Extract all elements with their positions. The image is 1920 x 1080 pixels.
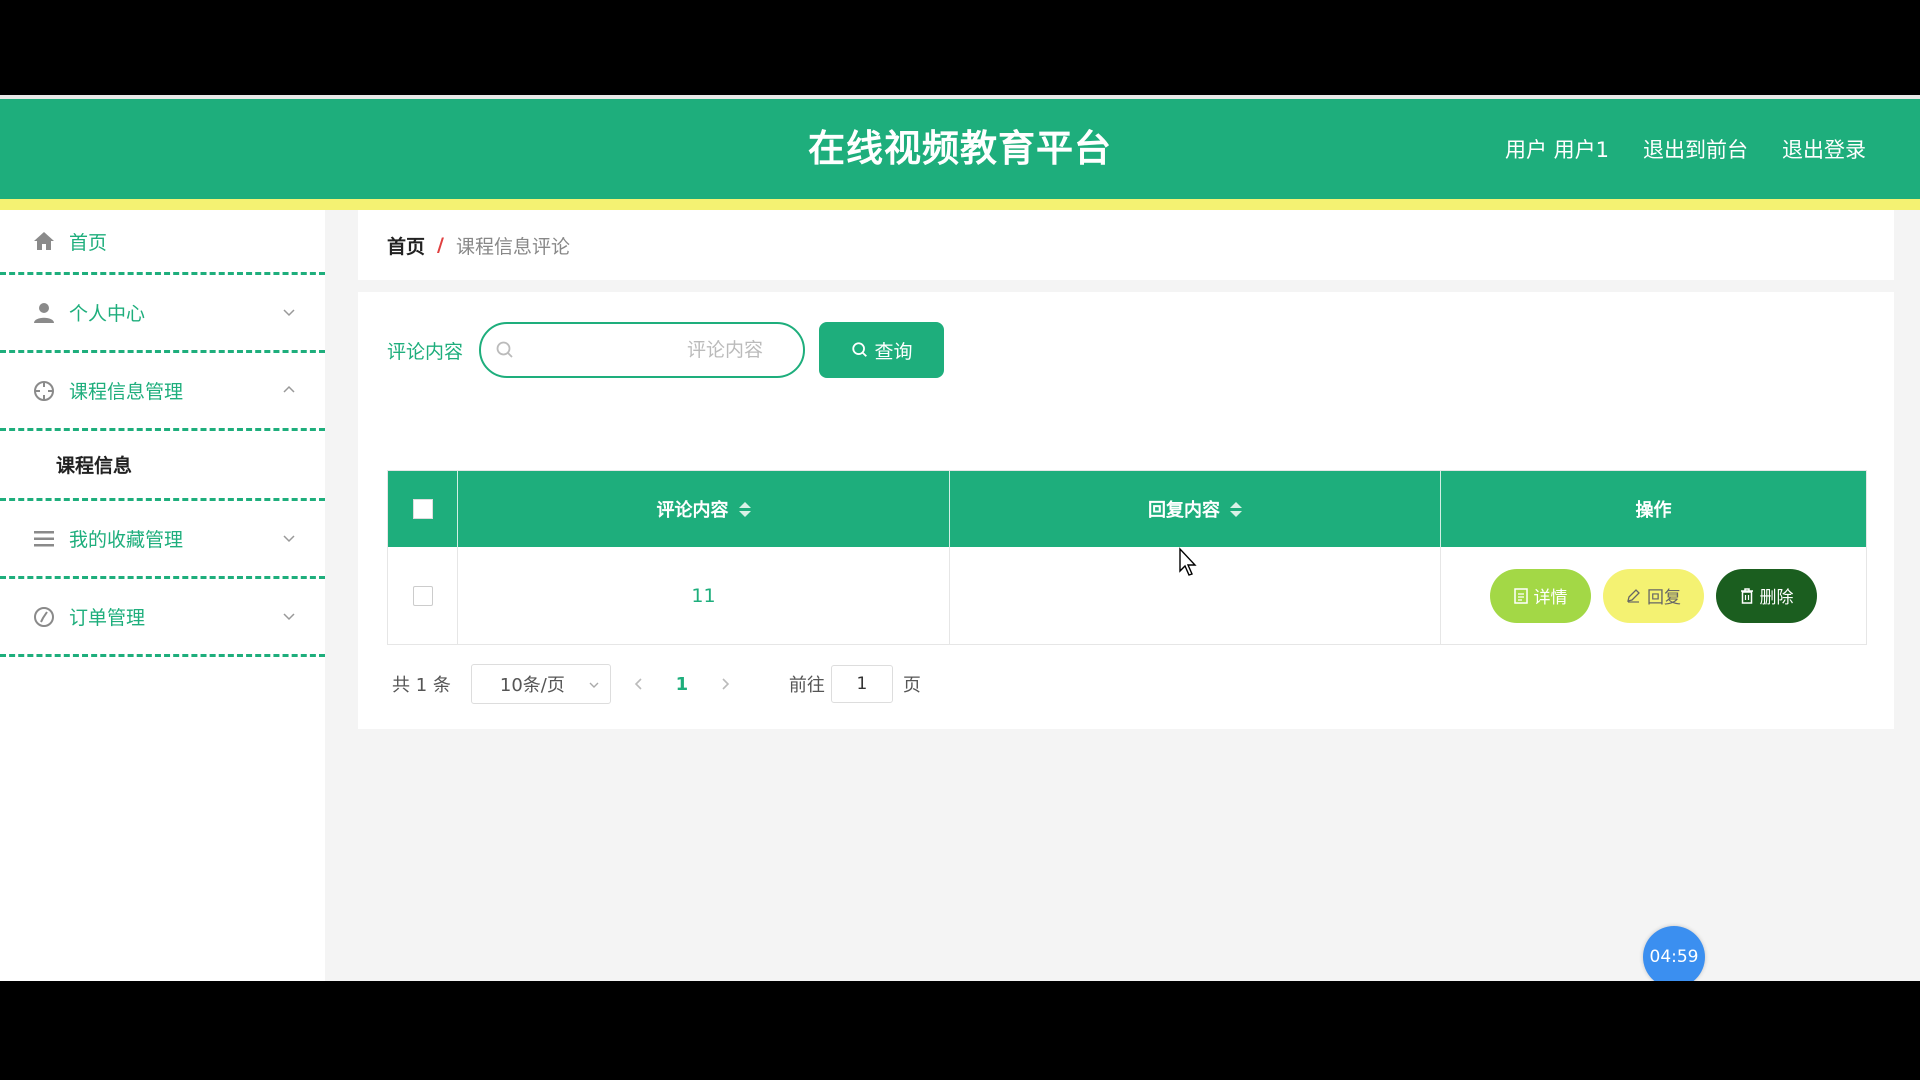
chevron-down-icon	[589, 682, 599, 688]
mouse-cursor-icon	[1179, 547, 1197, 576]
sort-icon[interactable]	[1230, 501, 1242, 517]
column-header-actions: 操作	[1441, 471, 1866, 547]
page-size-select[interactable]: 10条/页	[470, 664, 611, 704]
next-page-button[interactable]	[705, 677, 745, 691]
home-icon	[32, 229, 56, 253]
chevron-left-icon	[634, 678, 642, 690]
reply-button-label: 回复	[1647, 588, 1681, 608]
timer-badge: 04:59	[1643, 926, 1705, 981]
document-icon	[1513, 587, 1528, 604]
header-stripe	[0, 199, 1920, 210]
current-user-label[interactable]: 用户 用户1	[1505, 134, 1609, 164]
goto-page-input[interactable]	[830, 665, 893, 703]
page-size-value: 10条/页	[499, 675, 565, 696]
detail-button[interactable]: 详情	[1490, 568, 1591, 623]
column-header-label: 评论内容	[656, 500, 729, 521]
content-card: 评论内容 查询 评论内容	[358, 292, 1894, 729]
breadcrumb: 首页 / 课程信息评论	[358, 210, 1894, 280]
table-row: 11 详情 回复 删除	[388, 547, 1866, 644]
column-header-comment[interactable]: 评论内容	[458, 471, 950, 547]
search-label: 评论内容	[387, 340, 464, 363]
chevron-down-icon	[283, 534, 295, 542]
row-select-cell	[388, 547, 458, 644]
sidebar-item-personal-center[interactable]: 个人中心	[0, 275, 325, 353]
comments-table: 评论内容 回复内容 操作 11 详情 回复 删除	[387, 470, 1867, 645]
prev-page-button[interactable]	[619, 677, 659, 691]
trash-icon	[1740, 587, 1753, 604]
main-content: 首页 / 课程信息评论 评论内容 查询	[358, 210, 1894, 729]
goto-suffix: 页	[902, 675, 921, 696]
logout-link[interactable]: 退出登录	[1782, 134, 1866, 164]
course-icon	[32, 379, 56, 403]
sort-icon[interactable]	[738, 501, 751, 517]
column-header-reply[interactable]: 回复内容	[950, 471, 1441, 547]
breadcrumb-home[interactable]: 首页	[387, 232, 425, 259]
order-icon	[32, 605, 56, 629]
comment-value: 11	[691, 584, 716, 607]
sidebar-item-favorites[interactable]: 我的收藏管理	[0, 501, 325, 579]
column-header-label: 回复内容	[1148, 500, 1220, 521]
app-viewport: 在线视频教育平台 用户 用户1 退出到前台 退出登录 首页 个人中心 课程信息管…	[0, 95, 1920, 981]
search-box	[479, 322, 806, 378]
chevron-up-icon	[283, 385, 295, 393]
pagination: 共 1 条 10条/页 1 前往 页	[392, 664, 921, 704]
search-icon	[496, 341, 513, 358]
breadcrumb-current: 课程信息评论	[455, 235, 570, 258]
chevron-down-icon	[283, 612, 295, 620]
header-bar: 在线视频教育平台 用户 用户1 退出到前台 退出登录	[0, 99, 1920, 199]
sidebar-item-home[interactable]: 首页	[0, 210, 325, 275]
user-icon	[32, 301, 56, 325]
sidebar-item-label: 订单管理	[69, 607, 146, 629]
row-checkbox[interactable]	[412, 585, 433, 606]
column-header-label: 操作	[1635, 500, 1672, 521]
search-icon	[851, 342, 867, 357]
query-button-label: 查询	[874, 340, 913, 363]
sidebar-item-orders[interactable]: 订单管理	[0, 579, 325, 657]
delete-button-label: 删除	[1759, 588, 1794, 608]
chevron-down-icon	[283, 308, 295, 316]
select-all-checkbox[interactable]	[412, 499, 433, 519]
goto-label: 前往	[788, 675, 825, 696]
sidebar-item-label: 个人中心	[69, 303, 146, 325]
sidebar-item-course-management[interactable]: 课程信息管理	[0, 353, 325, 431]
back-to-front-link[interactable]: 退出到前台	[1643, 134, 1748, 164]
sidebar: 首页 个人中心 课程信息管理 课程信息 我的收藏管理 订单管理	[0, 210, 325, 981]
search-input[interactable]	[481, 324, 804, 376]
search-row: 评论内容 查询	[387, 322, 945, 378]
page-number[interactable]: 1	[667, 674, 697, 695]
actions-cell: 详情 回复 删除	[1441, 547, 1866, 644]
delete-button[interactable]: 删除	[1716, 568, 1817, 623]
edit-icon	[1627, 589, 1640, 603]
comment-cell: 11	[458, 547, 950, 644]
sidebar-item-label: 首页	[69, 231, 108, 254]
reply-button[interactable]: 回复	[1603, 568, 1704, 623]
row-actions: 详情 回复 删除	[1490, 568, 1817, 623]
sidebar-item-label: 课程信息管理	[69, 381, 184, 403]
header-links: 用户 用户1 退出到前台 退出登录	[1505, 99, 1866, 199]
query-button[interactable]: 查询	[819, 322, 945, 378]
table-header: 评论内容 回复内容 操作	[388, 471, 1866, 547]
list-icon	[32, 527, 56, 551]
header-select-all	[388, 471, 458, 547]
detail-button-label: 详情	[1533, 588, 1568, 608]
chevron-right-icon	[722, 678, 730, 690]
breadcrumb-separator: /	[437, 234, 444, 256]
pagination-total: 共 1 条	[392, 675, 451, 696]
sidebar-subitem-course-info[interactable]: 课程信息	[0, 431, 325, 501]
sidebar-item-label: 我的收藏管理	[69, 529, 184, 551]
